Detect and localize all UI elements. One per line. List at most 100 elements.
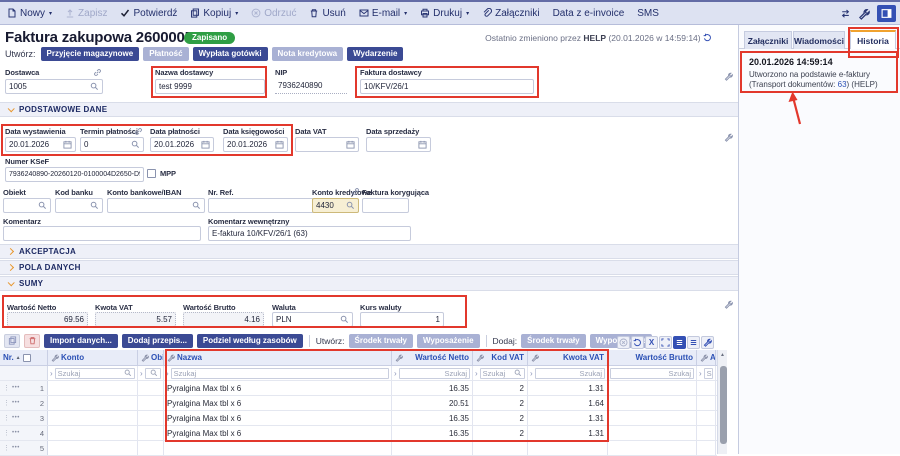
calendar-icon[interactable] <box>346 140 355 149</box>
column-header-nr[interactable]: Nr.▲ <box>0 350 48 365</box>
supplier-invoice-input[interactable]: 10/KFV/26/1 <box>360 79 534 94</box>
column-header-konto[interactable]: Konto <box>48 350 138 365</box>
search-icon[interactable] <box>150 369 158 377</box>
search-icon[interactable] <box>90 201 99 210</box>
section-data-fields[interactable]: POLA DANYCH <box>0 260 738 275</box>
confirm-button[interactable]: Potwierdź <box>120 8 177 19</box>
ksef-number-input[interactable]: 7936240890-20260120-0100004D2650-D9 <box>5 167 144 182</box>
wrench-icon[interactable] <box>531 354 539 362</box>
search-icon[interactable] <box>192 201 201 210</box>
calendar-icon[interactable] <box>63 140 72 149</box>
wrench-icon[interactable] <box>167 354 175 362</box>
calendar-icon[interactable] <box>275 140 284 149</box>
undo-icon[interactable] <box>703 33 712 42</box>
drag-handle-icon[interactable]: ⋮ <box>3 399 10 407</box>
drag-handle-icon[interactable]: ⋮ <box>3 414 10 422</box>
sms-button[interactable]: SMS <box>637 8 659 19</box>
scroll-up-icon[interactable]: ▲ <box>718 350 727 360</box>
column-header-wartosc-netto[interactable]: Wartość Netto <box>392 350 473 365</box>
column-header-nazwa[interactable]: Nazwa <box>164 350 392 365</box>
normal-rows-button[interactable] <box>687 336 700 349</box>
object-input[interactable] <box>3 198 51 213</box>
vat-date-input[interactable] <box>295 137 359 152</box>
create-warehouse-receipt-button[interactable]: Przyjęcie magazynowe <box>41 47 140 61</box>
search-icon[interactable] <box>124 369 132 377</box>
side-panel-toggle-button[interactable] <box>877 5 896 22</box>
wartosc-netto-search-cell[interactable]: ›Szukaj <box>392 366 473 380</box>
mpp-checkbox[interactable] <box>147 169 156 178</box>
payment-date-input[interactable]: 20.01.2026 <box>150 137 214 152</box>
table-row[interactable]: ⋮•••4 Pyralgina Max tbl x 6 16.35 2 1.31 <box>0 426 717 441</box>
search-icon[interactable] <box>346 201 355 210</box>
table-row[interactable]: ⋮•••2 Pyralgina Max tbl x 6 20.51 2 1.64 <box>0 396 717 411</box>
grid-settings-button[interactable] <box>701 336 714 349</box>
artykul-search-cell[interactable]: ›Szukaj <box>697 366 716 380</box>
search-icon[interactable] <box>514 369 522 377</box>
create-equipment-button[interactable]: Wyposażenie <box>417 334 480 348</box>
refresh-button[interactable] <box>631 336 644 349</box>
wrench-icon[interactable] <box>51 354 59 362</box>
column-header-artykul[interactable]: Artyk <box>697 350 716 365</box>
column-header-kwota-vat[interactable]: Kwota VAT <box>528 350 608 365</box>
copy-row-button[interactable] <box>4 334 20 348</box>
internal-comment-input[interactable]: E-faktura 10/KFV/26/1 (63) <box>208 226 411 241</box>
wrench-icon[interactable] <box>700 354 708 362</box>
reject-button[interactable]: Odrzuć <box>251 8 296 19</box>
transport-documents-link[interactable]: 63 <box>838 80 847 89</box>
link-icon[interactable] <box>93 68 102 77</box>
search-icon[interactable] <box>90 82 99 91</box>
dense-rows-button[interactable] <box>673 336 686 349</box>
link-icon[interactable] <box>134 127 143 136</box>
ref-number-input[interactable] <box>208 198 314 213</box>
nazwa-search-cell[interactable]: ›Szukaj <box>164 366 392 380</box>
chevron-right-icon[interactable]: › <box>50 369 53 378</box>
konto-search-input[interactable]: Szukaj <box>55 368 135 379</box>
export-excel-button[interactable]: X <box>645 336 658 349</box>
table-row[interactable]: ⋮•••3 Pyralgina Max tbl x 6 16.35 2 1.31 <box>0 411 717 426</box>
accounting-date-input[interactable]: 20.01.2026 <box>223 137 288 152</box>
wartosc-brutto-search-cell[interactable]: Szukaj <box>608 366 697 380</box>
chevron-right-icon[interactable]: › <box>475 369 478 378</box>
tab-messages[interactable]: Wiadomości <box>793 31 845 49</box>
row-menu-icon[interactable]: ••• <box>12 415 20 421</box>
supplier-name-input[interactable]: test 9999 <box>155 79 265 94</box>
konto-search-cell[interactable]: ›Szukaj <box>48 366 138 380</box>
link-icon[interactable] <box>351 187 360 196</box>
artykul-search-input[interactable]: Szukaj <box>704 368 713 379</box>
create-credit-note-button[interactable]: Nota kredytowa <box>272 47 344 61</box>
row-menu-icon[interactable]: ••• <box>12 400 20 406</box>
table-row[interactable]: ⋮•••1 Pyralgina Max tbl x 6 16.35 2 1.31 <box>0 381 717 396</box>
copy-button[interactable]: Kopiuj▾ <box>190 8 238 19</box>
kwota-vat-search-cell[interactable]: ›Szukaj <box>528 366 608 380</box>
drag-handle-icon[interactable]: ⋮ <box>3 444 10 452</box>
wrench-icon[interactable] <box>141 354 149 362</box>
wrench-icon[interactable] <box>724 300 733 309</box>
column-header-wartosc-brutto[interactable]: Wartość Brutto <box>608 350 697 365</box>
obiekt-search-input[interactable] <box>145 368 161 379</box>
wrench-icon[interactable] <box>724 72 733 81</box>
table-scrollbar[interactable]: ▲ <box>717 350 727 454</box>
create-cash-withdrawal-button[interactable]: Wypłata gotówki <box>193 47 268 61</box>
payment-term-input[interactable]: 0 <box>80 137 144 152</box>
save-button[interactable]: Zapisz <box>65 8 107 19</box>
chevron-right-icon[interactable]: › <box>140 369 143 378</box>
sale-date-input[interactable] <box>366 137 431 152</box>
wrench-icon[interactable] <box>858 8 870 20</box>
einvoice-data-button[interactable]: Data z e-invoice <box>553 8 625 19</box>
section-basic-data[interactable]: PODSTAWOWE DANE <box>0 102 738 117</box>
search-icon[interactable] <box>131 140 140 149</box>
comment-input[interactable] <box>3 226 201 241</box>
calendar-icon[interactable] <box>418 140 427 149</box>
delete-button[interactable]: Usuń <box>309 8 345 19</box>
section-sums[interactable]: SUMY <box>0 276 738 291</box>
wartosc-netto-search-input[interactable]: Szukaj <box>399 368 470 379</box>
kwota-vat-search-input[interactable]: Szukaj <box>535 368 605 379</box>
search-icon[interactable] <box>38 201 47 210</box>
nazwa-search-input[interactable]: Szukaj <box>171 368 389 379</box>
add-fixed-asset-button[interactable]: Środek trwały <box>521 334 585 348</box>
scrollbar-thumb[interactable] <box>720 366 727 444</box>
column-header-kod-vat[interactable]: Kod VAT <box>473 350 528 365</box>
row-menu-icon[interactable]: ••• <box>12 430 20 436</box>
create-event-button[interactable]: Wydarzenie <box>347 47 403 61</box>
create-payment-button[interactable]: Płatność <box>143 47 188 61</box>
